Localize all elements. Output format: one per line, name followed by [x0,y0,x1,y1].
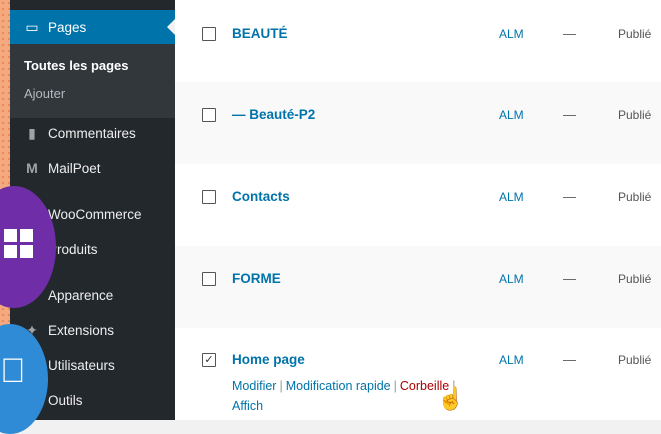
table-row: — Beauté-P2 ALM — Publié [175,82,661,164]
pages-table: BEAUTÉ ALM — Publié — Beauté-P2 ALM — Pu… [175,0,661,420]
author-link[interactable]: ALM [499,108,524,122]
menu-comments-label: Commentaires [48,125,136,141]
author-link[interactable]: ALM [499,353,524,367]
author-link[interactable]: ALM [499,27,524,41]
apple-logo-icon:  [0,352,26,391]
table-row: FORME ALM — Publié [175,246,661,328]
page-title-link[interactable]: BEAUTÉ [232,26,288,41]
comments-column: — [563,189,576,204]
row-checkbox[interactable] [202,190,216,204]
menu-pages-label: Pages [48,19,87,35]
comments-column: — [563,352,576,367]
quick-edit-link[interactable]: Modification rapide [286,379,391,393]
edit-link[interactable]: Modifier [232,379,276,393]
action-separator: | [393,379,397,393]
menu-mailpoet-label: MailPoet [48,160,101,176]
submenu-all-pages[interactable]: Toutes les pages [24,58,129,73]
menu-woocommerce-label: WooCommerce [48,206,142,222]
row-checkbox[interactable] [202,27,216,41]
row-checkbox[interactable] [202,272,216,286]
status-text: Publié [618,353,652,367]
windows-logo-icon [4,229,34,259]
menu-extensions-label: Extensions [48,322,115,338]
menu-pages[interactable]: ▭ Pages [10,10,175,44]
page-title-link[interactable]: Contacts [232,189,290,204]
table-row: BEAUTÉ ALM — Publié [175,0,661,82]
menu-users-label: Utilisateurs [48,357,115,373]
table-row: Contacts ALM — Publié [175,164,661,246]
author-link[interactable]: ALM [499,190,524,204]
active-indicator [167,19,175,35]
pages-submenu: Toutes les pages Ajouter [10,44,175,118]
page-title-link[interactable]: — Beauté-P2 [232,107,315,122]
comments-column: — [563,107,576,122]
menu-tools-label: Outils [48,392,83,408]
menu-comments[interactable]: ▮ Commentaires [10,116,175,150]
comments-column: — [563,26,576,41]
menu-appearance-label: Apparence [48,287,114,303]
status-text: Publié [618,108,652,122]
page-title-link[interactable]: FORME [232,271,281,286]
hand-cursor-icon: ☝ [437,386,465,411]
status-text: Publié [618,27,652,41]
mailpoet-icon: M [26,160,38,176]
status-text: Publié [618,272,652,286]
row-checkbox[interactable] [202,108,216,122]
author-link[interactable]: ALM [499,272,524,286]
page-title-link[interactable]: Home page [232,352,305,367]
status-text: Publié [618,190,652,204]
action-separator: | [279,379,283,393]
submenu-add-page[interactable]: Ajouter [24,86,65,101]
view-link[interactable]: Affich [232,399,263,413]
row-checkbox-checked[interactable]: ✓ [202,353,216,367]
comments-column: — [563,271,576,286]
pages-icon: ▭ [25,18,39,35]
menu-mailpoet[interactable]: M MailPoet [10,151,175,185]
comments-icon: ▮ [28,124,36,141]
